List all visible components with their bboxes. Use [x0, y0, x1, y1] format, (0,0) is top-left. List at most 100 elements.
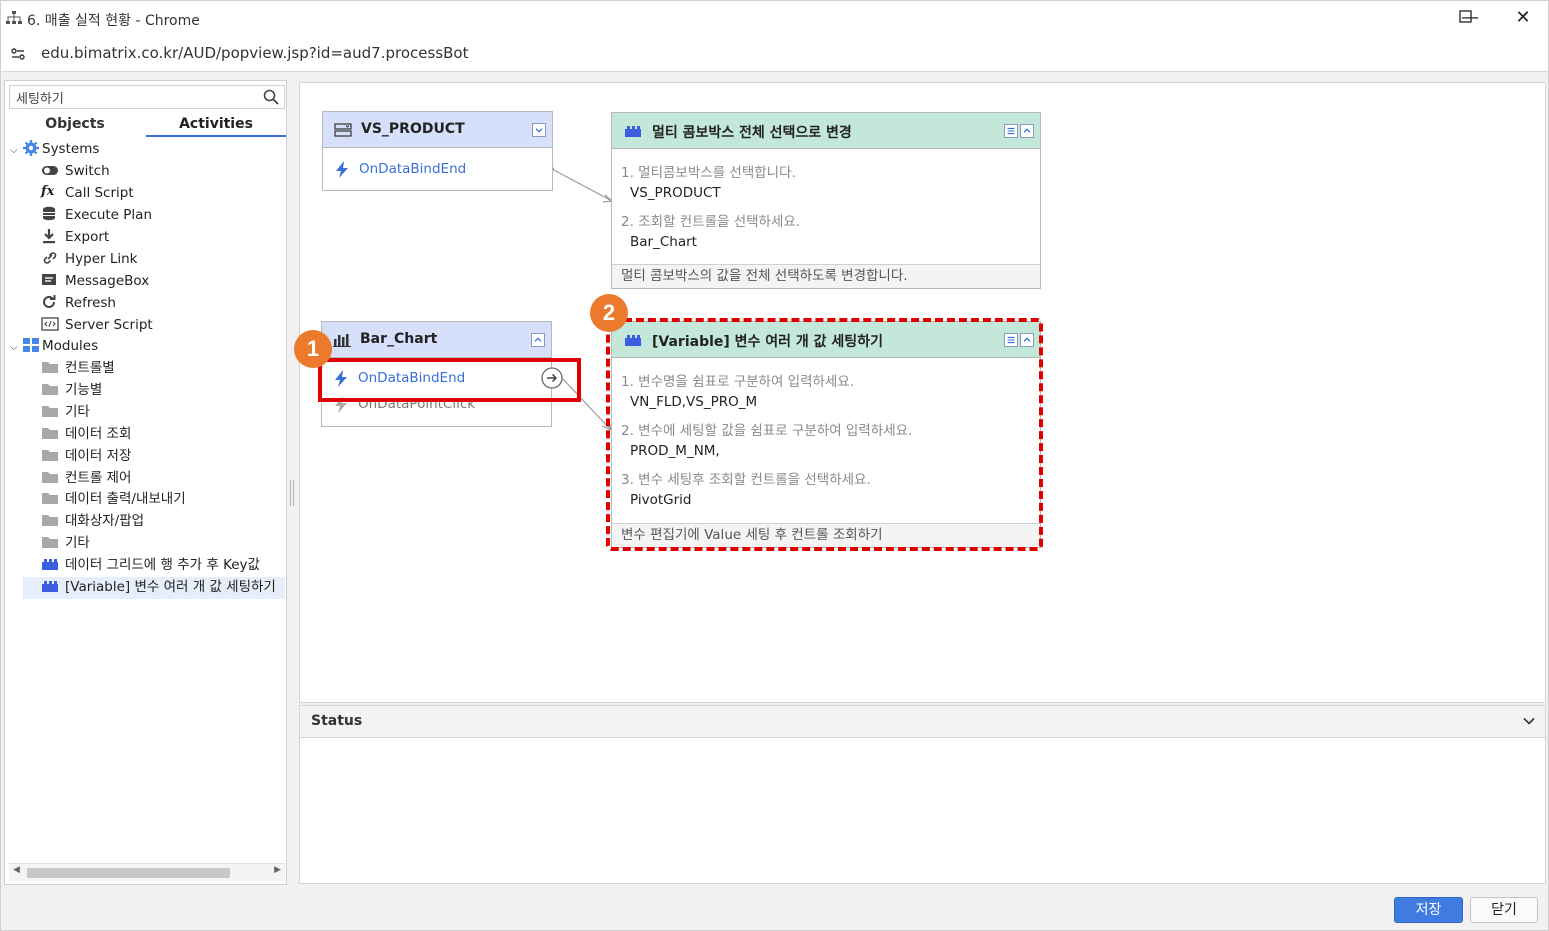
highlight-box-1	[318, 358, 581, 402]
status-title: Status	[311, 713, 363, 729]
tree-item-folder[interactable]: 데이터 조회	[41, 424, 131, 446]
gear-icon	[23, 140, 39, 156]
tree-label: Refresh	[65, 295, 116, 311]
panel-splitter[interactable]	[290, 480, 294, 506]
folder-icon	[42, 450, 58, 461]
tree-item-folder[interactable]: 기타	[41, 402, 90, 424]
sitemap-icon	[6, 11, 22, 24]
tree-label: Switch	[65, 163, 110, 179]
tree-item-folder[interactable]: 기능별	[41, 380, 102, 402]
refresh-icon	[43, 295, 56, 308]
search-icon[interactable]	[263, 89, 279, 105]
highlight-box-2	[606, 318, 1043, 551]
save-button[interactable]: 저장	[1394, 897, 1463, 923]
bar-chart-icon	[333, 334, 351, 347]
tree-group-modules[interactable]: ⌵ Modules	[10, 336, 98, 358]
tree-label: 컨트롤 제어	[65, 470, 132, 486]
param-question: 2. 조회할 컨트롤을 선택하세요.	[621, 214, 801, 230]
tree-item-export[interactable]: Export	[41, 227, 109, 249]
tree-item-execute-plan[interactable]: Execute Plan	[41, 205, 152, 227]
code-icon	[41, 317, 59, 331]
tree-item-folder[interactable]: 데이터 출력/내보내기	[41, 489, 186, 511]
close-window-button[interactable]: ✕	[1501, 5, 1545, 33]
module-icon	[42, 581, 58, 592]
tree-label: 데이터 그리드에 행 추가 후 Key값	[65, 557, 260, 573]
list-icon[interactable]	[1004, 124, 1018, 138]
address-bar: edu.bimatrix.co.kr/AUD/popview.jsp?id=au…	[0, 36, 1549, 72]
function-icon: fx	[41, 184, 55, 199]
tree-item-call-script[interactable]: fx Call Script	[41, 183, 134, 205]
tree-item-server-script[interactable]: Server Script	[41, 315, 153, 337]
tree-label: Call Script	[65, 185, 134, 201]
tree-label: 기타	[65, 404, 90, 420]
tree-item-refresh[interactable]: Refresh	[41, 293, 116, 315]
tree-item-hyper-link[interactable]: Hyper Link	[41, 249, 138, 271]
chevron-up-icon[interactable]	[1020, 124, 1034, 138]
action-node-description: 멀티 콤보박스의 값을 전체 선택하도록 변경합니다.	[612, 264, 1040, 288]
action-node-multicombo[interactable]: 멀티 콤보박스 전체 선택으로 변경 1. 멀티콤보박스를 선택합니다. VS_…	[611, 112, 1041, 289]
tree-item-folder[interactable]: 컨트롤별	[41, 358, 115, 380]
object-node-header: Bar_Chart	[322, 322, 551, 358]
search-box	[9, 85, 285, 109]
scroll-right-icon[interactable]: ▶	[274, 865, 281, 875]
tree-label: Execute Plan	[65, 207, 152, 223]
tab-objects[interactable]: Objects	[5, 113, 145, 137]
folder-icon	[42, 537, 58, 548]
search-input[interactable]	[10, 86, 260, 108]
tree-label: Modules	[42, 338, 99, 354]
tree-label: 데이터 저장	[65, 448, 132, 464]
chevron-up-icon[interactable]	[531, 333, 545, 347]
window-title: 6. 매출 실적 현황 - Chrome	[27, 13, 200, 29]
chevron-down-icon[interactable]	[1522, 714, 1536, 728]
window-titlebar: 6. 매출 실적 현황 - Chrome — ✕	[0, 0, 1549, 36]
toggle-icon	[42, 166, 58, 175]
maximize-icon[interactable]	[1459, 10, 1473, 24]
callout-badge-2: 2	[590, 294, 628, 332]
tree-item-folder[interactable]: 대화상자/팝업	[41, 511, 144, 533]
tree-item-switch[interactable]: Switch	[41, 161, 110, 183]
scroll-left-icon[interactable]: ◀	[13, 865, 20, 875]
tree-label: 데이터 출력/내보내기	[65, 491, 186, 507]
tree-item-folder[interactable]: 컨트롤 제어	[41, 468, 131, 490]
event-row[interactable]: OnDataBindEnd	[323, 156, 552, 182]
tree-label: Systems	[42, 141, 100, 157]
event-label: OnDataBindEnd	[359, 161, 467, 177]
horizontal-scrollbar[interactable]: ◀ ▶	[9, 863, 285, 881]
tree-item-module-selected[interactable]: [Variable] 변수 여러 개 값 세팅하기	[23, 577, 285, 599]
lightning-icon	[336, 161, 348, 178]
download-icon	[43, 229, 55, 244]
url-text[interactable]: edu.bimatrix.co.kr/AUD/popview.jsp?id=au…	[41, 44, 468, 62]
caret-down-icon[interactable]: ⌵	[10, 141, 22, 161]
tree-item-folder[interactable]: 데이터 저장	[41, 446, 131, 468]
chevron-down-icon[interactable]	[532, 123, 546, 137]
message-icon	[42, 274, 56, 285]
folder-icon	[42, 515, 58, 526]
tree-label: 대화상자/팝업	[65, 513, 145, 529]
object-node-vs-product[interactable]: VS_PRODUCT OnDataBindEnd	[322, 111, 553, 191]
tree-label: Server Script	[65, 317, 153, 333]
site-settings-icon[interactable]	[10, 46, 26, 62]
object-node-title: Bar_Chart	[360, 331, 438, 347]
tree-label: Hyper Link	[65, 251, 138, 267]
callout-badge-1: 1	[294, 330, 332, 368]
link-icon	[43, 252, 57, 264]
tab-activities[interactable]: Activities	[146, 113, 286, 137]
close-button[interactable]: 닫기	[1470, 897, 1538, 923]
scroll-thumb[interactable]	[27, 868, 230, 878]
action-node-title: 멀티 콤보박스 전체 선택으로 변경	[652, 125, 852, 141]
database-icon	[43, 206, 55, 221]
caret-down-icon[interactable]: ⌵	[10, 338, 22, 358]
tree-item-messagebox[interactable]: MessageBox	[41, 271, 149, 293]
param-value[interactable]: Bar_Chart	[630, 234, 697, 250]
tree-item-folder[interactable]: 기타	[41, 533, 90, 555]
folder-icon	[42, 406, 58, 417]
folder-icon	[42, 472, 58, 483]
tree-item-module[interactable]: 데이터 그리드에 행 추가 후 Key값	[41, 555, 260, 577]
tree-group-systems[interactable]: ⌵ Systems	[10, 139, 99, 161]
status-header[interactable]: Status	[300, 706, 1545, 738]
tree-label: [Variable] 변수 여러 개 값 세팅하기	[65, 579, 276, 595]
param-value[interactable]: VS_PRODUCT	[630, 185, 721, 201]
flow-canvas: VS_PRODUCT OnDataBindEnd Bar_Chart OnDat…	[294, 82, 1546, 703]
tree-label: 기타	[65, 535, 90, 551]
module-icon	[42, 559, 58, 570]
